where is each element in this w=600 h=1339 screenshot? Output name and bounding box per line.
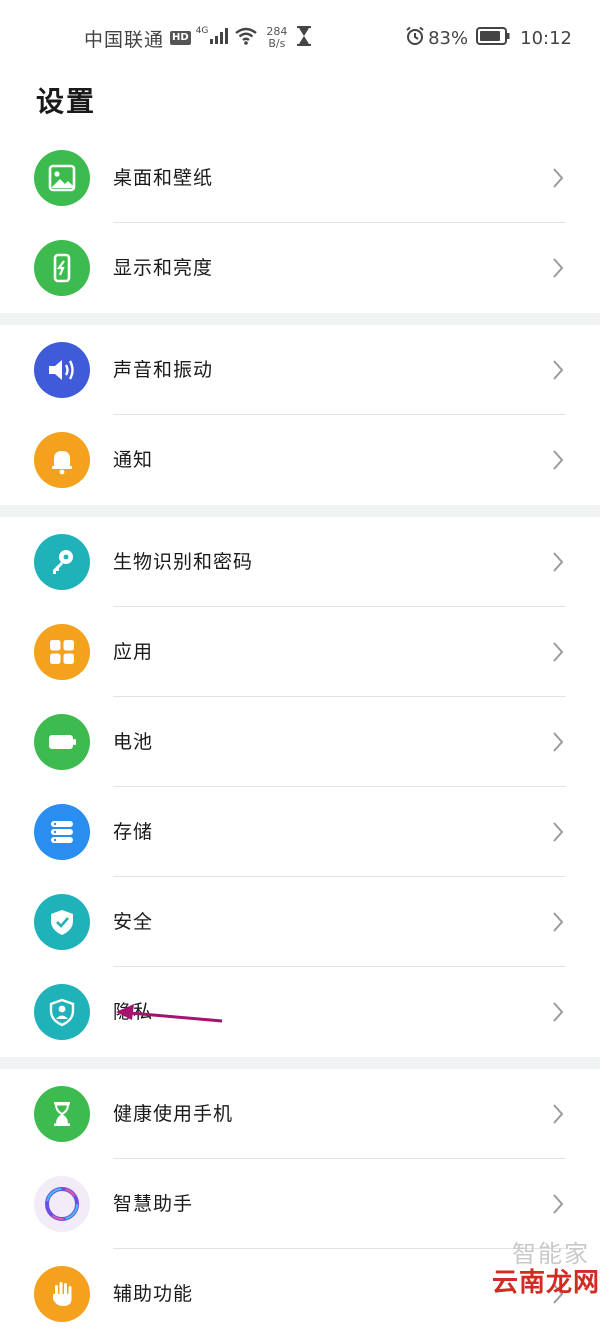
alarm-icon (405, 26, 425, 50)
settings-item-label: 存储 (113, 821, 154, 843)
settings-group-sound: 声音和振动 通知 (0, 325, 600, 505)
chevron-right-icon (553, 552, 564, 572)
key-icon (34, 534, 90, 590)
chevron-right-icon (553, 168, 564, 188)
chevron-right-icon (553, 1194, 564, 1214)
group-gap (0, 313, 600, 325)
chevron-right-icon (553, 360, 564, 380)
chevron-right-icon (553, 912, 564, 932)
storage-icon (34, 804, 90, 860)
settings-item-label: 电池 (113, 731, 154, 753)
settings-item-apps[interactable]: 应用 (0, 607, 600, 697)
chevron-right-icon (553, 642, 564, 662)
speed-unit: B/s (268, 37, 286, 50)
hand-icon (34, 1266, 90, 1322)
chevron-right-icon (553, 1002, 564, 1022)
settings-item-wallpaper[interactable]: 桌面和壁纸 (0, 133, 600, 223)
settings-group-system: 生物识别和密码 应用 电池 存储 安全 隐私 (0, 517, 600, 1057)
privacy-icon (34, 984, 90, 1040)
display-brightness-icon (34, 240, 90, 296)
battery-percent: 83% (428, 27, 469, 49)
chevron-right-icon (553, 450, 564, 470)
battery-icon (34, 714, 90, 770)
settings-item-label: 生物识别和密码 (113, 551, 254, 573)
settings-item-biometrics-password[interactable]: 生物识别和密码 (0, 517, 600, 607)
clock: 10:12 (520, 27, 572, 49)
network-speed: 284 B/s (266, 26, 287, 50)
battery-icon (476, 27, 510, 49)
settings-item-label: 声音和振动 (113, 359, 214, 381)
assistant-ring-icon (34, 1176, 90, 1232)
settings-item-label: 桌面和壁纸 (113, 167, 214, 189)
network-type: 4G (195, 26, 209, 36)
chevron-right-icon (553, 1104, 564, 1124)
carrier-name: 中国联通 (84, 28, 165, 51)
settings-item-label: 通知 (113, 449, 154, 471)
settings-item-label: 安全 (113, 911, 154, 933)
wifi-icon (234, 27, 258, 49)
settings-item-sound-vibration[interactable]: 声音和振动 (0, 325, 600, 415)
group-gap (0, 1057, 600, 1069)
hourglass-icon (297, 26, 312, 50)
settings-item-digital-balance[interactable]: 健康使用手机 (0, 1069, 600, 1159)
settings-item-privacy[interactable]: 隐私 (0, 967, 600, 1057)
settings-item-label: 智慧助手 (113, 1193, 194, 1215)
chevron-right-icon (553, 822, 564, 842)
wallpaper-icon (34, 150, 90, 206)
apps-grid-icon (34, 624, 90, 680)
hourglass-icon (34, 1086, 90, 1142)
signal-icon (210, 28, 229, 48)
settings-item-security[interactable]: 安全 (0, 877, 600, 967)
status-bar-right: 83% 10:12 (405, 24, 572, 52)
settings-item-label: 应用 (113, 641, 154, 663)
status-bar-left: 中国联通 HD 4G 284 B/s (84, 24, 312, 52)
settings-item-storage[interactable]: 存储 (0, 787, 600, 877)
watermark-logo-text: 云南龙网 (492, 1268, 600, 1298)
settings-group-display: 桌面和壁纸 显示和亮度 (0, 133, 600, 313)
shield-check-icon (34, 894, 90, 950)
bell-icon (34, 432, 90, 488)
settings-item-label: 显示和亮度 (113, 257, 214, 279)
settings-item-notifications[interactable]: 通知 (0, 415, 600, 505)
settings-item-label: 辅助功能 (113, 1283, 194, 1305)
group-gap (0, 505, 600, 517)
settings-item-label: 健康使用手机 (113, 1103, 234, 1125)
speaker-icon (34, 342, 90, 398)
settings-item-battery[interactable]: 电池 (0, 697, 600, 787)
watermark: 智能家 云南龙网 (464, 1234, 600, 1299)
page-title: 设置 (36, 85, 97, 118)
hd-badge: HD (170, 31, 191, 45)
chevron-right-icon (553, 732, 564, 752)
status-bar: 中国联通 HD 4G 284 B/s 83% 10:12 (0, 0, 600, 76)
settings-item-display-brightness[interactable]: 显示和亮度 (0, 223, 600, 313)
chevron-right-icon (553, 258, 564, 278)
annotation-arrow-icon (116, 1004, 223, 1023)
